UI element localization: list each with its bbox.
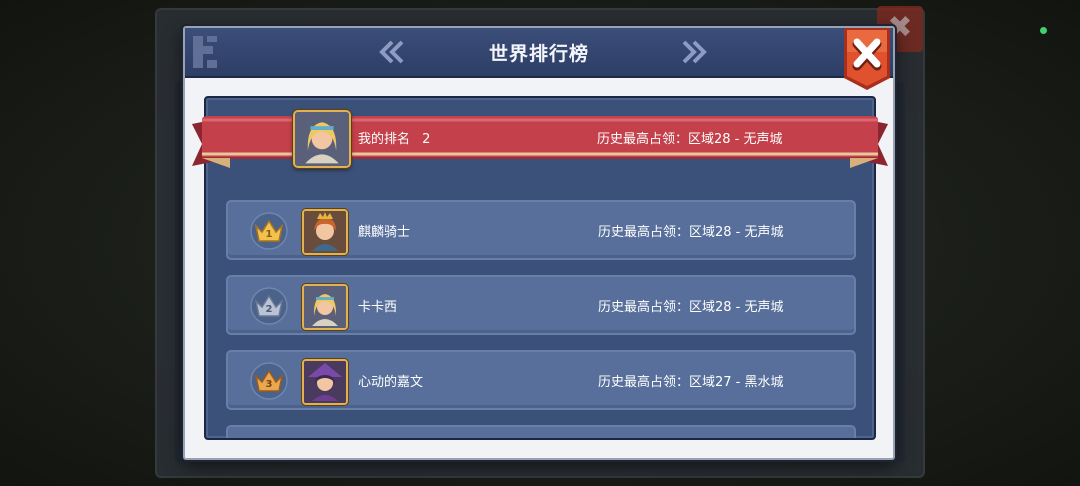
- my-rank-label: 我的排名 2: [358, 128, 430, 147]
- player-name: 卡卡西: [358, 300, 398, 315]
- game-screen: ✖ 世界排行榜 1 麒麟骑士 历史最高占领：区域28 - 无声城 2 卡卡西 历…: [0, 0, 1080, 486]
- my-avatar[interactable]: [293, 110, 351, 168]
- status-indicator: [1040, 27, 1047, 34]
- my-rank-value: 2: [422, 132, 431, 147]
- my-rank-label-text: 我的排名: [358, 132, 411, 147]
- leaderboard-row-2[interactable]: 2 卡卡西 历史最高占领：区域28 - 无声城: [226, 275, 856, 335]
- dialog-titlebar: 世界排行榜: [185, 28, 893, 78]
- avatar-portrait-2: [304, 286, 346, 328]
- history-occupation: 历史最高占领：区域28 - 无声城: [598, 300, 784, 315]
- avatar[interactable]: [302, 359, 348, 405]
- svg-text:3: 3: [266, 379, 273, 390]
- player-name: 心动的嘉文: [358, 375, 424, 390]
- avatar[interactable]: [302, 284, 348, 330]
- crown-silver-icon: 2: [250, 287, 288, 325]
- close-button[interactable]: [842, 26, 892, 92]
- leaderboard-row-3[interactable]: 3 心动的嘉文 历史最高占领：区域27 - 黑水城: [226, 350, 856, 410]
- crown-bronze-icon: 3: [250, 362, 288, 400]
- avatar-portrait-3: [304, 361, 346, 403]
- avatar[interactable]: [302, 209, 348, 255]
- avatar-portrait-1: [304, 211, 346, 253]
- dialog-title: 世界排行榜: [488, 43, 589, 65]
- player-name: 麒麟骑士: [358, 225, 411, 240]
- next-page-button[interactable]: [680, 40, 708, 64]
- my-avatar-portrait: [295, 112, 349, 166]
- history-occupation: 历史最高占领：区域28 - 无声城: [598, 225, 784, 240]
- svg-text:1: 1: [266, 229, 273, 240]
- leaderboard-row-partial[interactable]: [226, 425, 856, 438]
- history-occupation: 历史最高占领：区域27 - 黑水城: [598, 375, 784, 390]
- crown-gold-icon: 1: [250, 212, 288, 250]
- leaderboard-row-1[interactable]: 1 麒麟骑士 历史最高占领：区域28 - 无声城: [226, 200, 856, 260]
- my-history-occupation: 历史最高占领：区域28 - 无声城: [597, 132, 783, 147]
- svg-text:2: 2: [266, 304, 273, 315]
